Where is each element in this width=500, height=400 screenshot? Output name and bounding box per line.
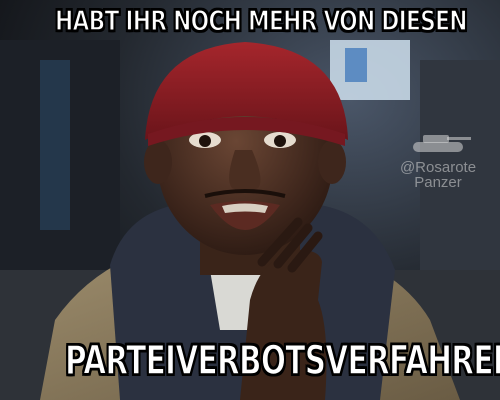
watermark-name: Panzer [414, 174, 462, 191]
meme-image: @Rosarote Panzer HABT IHR NOCH MEHR VON … [0, 0, 500, 400]
right-pupil [274, 135, 286, 147]
left-ear [144, 140, 172, 184]
watermark-handle: @Rosarote [399, 159, 477, 176]
lit-window [330, 40, 410, 100]
watermark: @Rosarote Panzer [388, 128, 488, 190]
blue-glass-panel [40, 60, 70, 230]
tank-icon [413, 135, 471, 152]
bottom-caption: PARTEIVERBOTSVERFAHREN? [64, 337, 500, 385]
right-ear [318, 140, 346, 184]
window-sign [345, 48, 367, 82]
left-pupil [199, 135, 211, 147]
top-caption: HABT IHR NOCH MEHR VON DIESEN [54, 3, 468, 38]
